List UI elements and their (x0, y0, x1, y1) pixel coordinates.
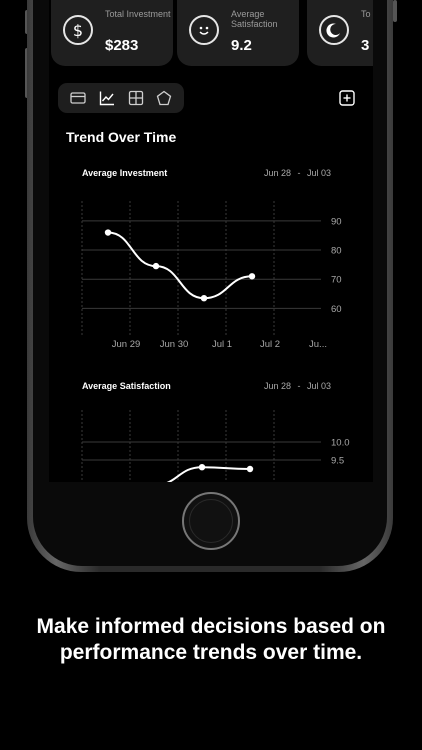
x-tick-label: Jul 1 (212, 339, 232, 350)
data-point (200, 294, 208, 302)
y-tick-label: 10.0 (331, 438, 350, 449)
grid-icon[interactable] (128, 90, 144, 106)
chart-title-investment: Average Investment (82, 168, 168, 178)
stat-card-average-satisfaction[interactable]: Average Satisfaction 9.2 (177, 0, 299, 66)
stat-value: $283 (105, 37, 139, 54)
section-title: Trend Over Time (66, 129, 177, 145)
line-chart-icon[interactable] (99, 90, 115, 106)
home-button[interactable] (182, 492, 240, 550)
range-end: Jul 03 (307, 381, 332, 391)
dollar-icon: $ (63, 15, 93, 45)
pentagon-icon[interactable] (156, 90, 172, 106)
view-toolbar (58, 83, 184, 113)
stat-value: 3 (361, 37, 370, 54)
plus-square-icon[interactable] (339, 90, 355, 106)
y-tick-label: 60 (331, 304, 342, 315)
y-tick-label: 70 (331, 275, 342, 286)
y-tick-label: 90 (331, 216, 342, 227)
range-separator: - (297, 168, 301, 178)
range-start: Jun 28 (264, 168, 292, 178)
x-tick-label: Jun 29 (112, 339, 141, 350)
satisfaction-line-chart: 10.0 9.5 (81, 410, 350, 482)
y-tick-label: 80 (331, 246, 342, 257)
phone-power-button (393, 0, 397, 22)
stat-label: Total Investment (105, 9, 171, 19)
card-icon[interactable] (70, 90, 86, 106)
range-start: Jun 28 (264, 381, 292, 391)
data-point (246, 465, 254, 473)
stat-card-third[interactable]: To Nu 3 (307, 0, 373, 66)
data-point (104, 229, 112, 236)
x-tick-label: Jul 2 (260, 339, 280, 350)
stat-label: To Nu (361, 9, 373, 19)
x-tick-label: Ju... (309, 339, 327, 350)
app-screen: $ Total Investment $283 Average Satisfac… (49, 0, 373, 482)
y-tick-label: 9.5 (331, 456, 344, 467)
stat-card-total-investment[interactable]: $ Total Investment $283 (51, 0, 173, 66)
chart-date-range: Jun 28- Jul 03 (264, 381, 331, 391)
range-separator: - (297, 381, 301, 391)
data-point (198, 464, 206, 471)
marketing-caption: Make informed decisions based on perform… (36, 615, 386, 664)
investment-line-chart: 90 80 70 60 Jun 29 Jun 30 Jul 1 Jul 2 Ju... (81, 201, 342, 350)
chart-title-satisfaction: Average Satisfaction (82, 381, 171, 391)
stat-value: 9.2 (231, 37, 252, 54)
stat-label: Average Satisfaction (231, 9, 278, 29)
x-tick-label: Jun 30 (160, 339, 189, 350)
moon-icon (319, 15, 349, 45)
data-point (248, 273, 256, 280)
range-end: Jul 03 (307, 168, 332, 178)
smiley-icon (189, 15, 219, 45)
chart-date-range: Jun 28- Jul 03 (264, 168, 331, 178)
data-point (152, 262, 160, 270)
